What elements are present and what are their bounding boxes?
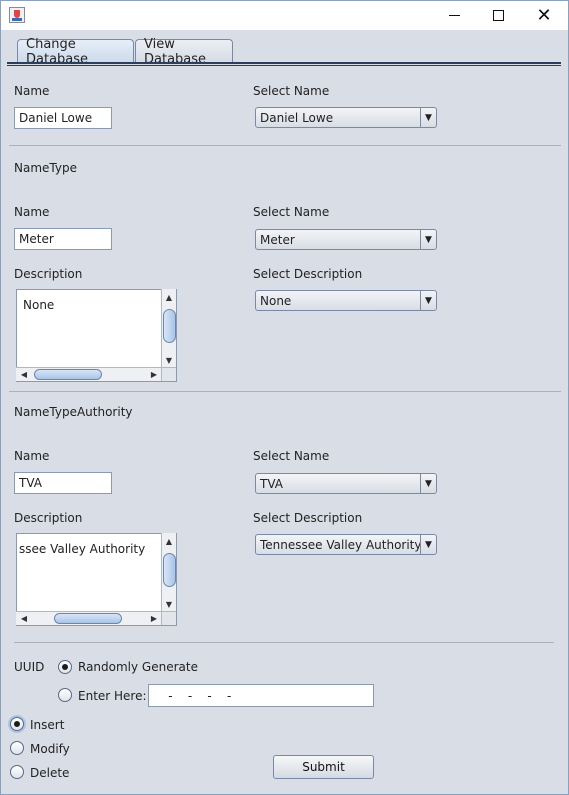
nametype-name-field[interactable]: Meter [14,228,112,250]
section-heading-nametype: NameType [14,161,77,175]
dropdown-value: Meter [260,232,295,247]
submit-label: Submit [302,760,345,774]
minimize-icon [448,15,460,16]
chevron-down-icon: ▼ [420,108,436,127]
uuid-field-value: - - - - [153,688,232,703]
horizontal-scrollbar[interactable]: ◀ ▶ [16,367,162,381]
tab-change-database[interactable]: Change Database [17,37,134,67]
java-app-icon [9,7,25,23]
modify-label: Modify [30,742,70,756]
uuid-label: UUID [14,660,45,674]
scroll-right-icon[interactable]: ▶ [148,612,160,625]
delete-label: Delete [30,766,70,780]
section-divider [9,145,561,146]
radio-insert[interactable] [10,717,24,731]
select-name-label: Select Name [253,205,330,219]
authority-select-name-dropdown[interactable]: TVA ▼ [255,473,437,494]
name-field-value: TVA [19,476,42,490]
randomly-generate-label: Randomly Generate [78,660,198,674]
app-window: ✕ Change Database View Database Name Sel… [0,0,569,795]
select-name-label: Select Name [253,84,330,98]
name-label: Name [14,84,50,98]
nametype-select-name-dropdown[interactable]: Meter ▼ [255,229,437,250]
close-icon: ✕ [536,4,552,26]
submit-button[interactable]: Submit [273,755,374,779]
close-button[interactable]: ✕ [521,1,567,30]
uuid-input[interactable]: - - - - [148,684,374,707]
scroll-up-icon[interactable]: ▲ [162,291,176,303]
authority-name-field[interactable]: TVA [14,472,112,494]
vertical-scrollbar[interactable]: ▲ ▼ [161,289,176,368]
scroll-left-icon[interactable]: ◀ [18,612,30,625]
section-divider [14,642,554,643]
description-text: ssee Valley Authority [19,542,146,556]
scroll-thumb[interactable] [163,553,176,587]
scroll-up-icon[interactable]: ▲ [162,535,176,547]
scroll-left-icon[interactable]: ◀ [18,368,30,381]
maximize-icon [492,10,504,21]
select-name-dropdown[interactable]: Daniel Lowe ▼ [255,107,437,128]
chevron-down-icon: ▼ [420,291,436,310]
dropdown-value: TVA [260,476,283,491]
dropdown-value: Daniel Lowe [260,110,334,125]
name-field-value: Daniel Lowe [19,111,93,125]
radio-delete[interactable] [10,765,24,779]
chevron-down-icon: ▼ [420,230,436,249]
maximize-button[interactable] [475,1,521,30]
name-field[interactable]: Daniel Lowe [14,107,112,129]
name-field-value: Meter [19,232,54,246]
name-label: Name [14,205,50,219]
scrollbar-corner [161,367,176,381]
chevron-down-icon: ▼ [420,535,436,554]
name-label: Name [14,449,50,463]
scroll-right-icon[interactable]: ▶ [148,368,160,381]
description-label: Description [14,267,83,281]
radio-modify[interactable] [10,741,24,755]
section-heading-nametypeauthority: NameTypeAuthority [14,405,133,419]
scroll-thumb[interactable] [54,613,122,624]
nametype-select-description-dropdown[interactable]: None ▼ [255,290,437,311]
scroll-down-icon[interactable]: ▼ [162,354,176,366]
tab-view-database[interactable]: View Database [135,37,233,67]
tab-divider [7,65,561,66]
authority-select-description-dropdown[interactable]: Tennessee Valley Authority ▼ [255,534,437,555]
horizontal-scrollbar[interactable]: ◀ ▶ [16,611,162,625]
vertical-scrollbar[interactable]: ▲ ▼ [161,533,176,612]
scroll-thumb[interactable] [34,369,102,380]
chevron-down-icon: ▼ [420,474,436,493]
radio-randomly-generate[interactable] [58,660,72,674]
tab-divider [7,62,561,64]
select-description-label: Select Description [253,267,363,281]
minimize-button[interactable] [431,1,477,30]
scroll-down-icon[interactable]: ▼ [162,598,176,610]
enter-here-label: Enter Here: [78,689,147,703]
section-divider [9,391,561,392]
title-bar: ✕ [1,1,568,30]
select-name-label: Select Name [253,449,330,463]
dropdown-value: Tennessee Valley Authority [260,537,420,552]
scroll-thumb[interactable] [163,309,176,343]
radio-enter-here[interactable] [58,688,72,702]
description-text: None [23,298,55,312]
description-label: Description [14,511,83,525]
dropdown-value: None [260,293,292,308]
select-description-label: Select Description [253,511,363,525]
scrollbar-corner [161,611,176,625]
insert-label: Insert [30,718,65,732]
